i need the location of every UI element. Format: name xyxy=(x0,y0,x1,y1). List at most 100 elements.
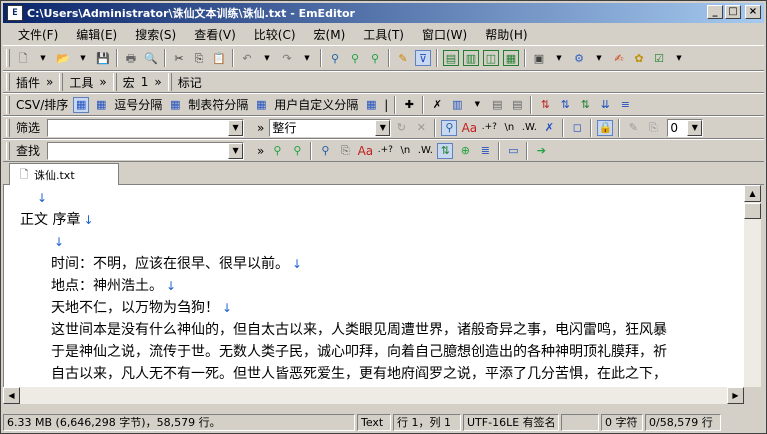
sort-descending-icon[interactable]: ⇅ xyxy=(557,97,573,113)
redo-icon[interactable]: ↷ xyxy=(279,50,295,66)
open-folder-icon[interactable]: 📂 xyxy=(55,50,71,66)
menu-edit[interactable]: 编辑(E) xyxy=(67,24,126,45)
find-input[interactable]: ▼ xyxy=(47,141,245,160)
plugins-more-button[interactable]: » xyxy=(43,75,56,89)
user-separated-button[interactable]: 用户自定义分隔 xyxy=(271,96,361,113)
dropdown-icon[interactable]: ▼ xyxy=(591,50,607,66)
find-panel-icon[interactable]: ▭ xyxy=(505,143,521,159)
search-documents-icon[interactable]: ⎘ xyxy=(337,143,353,159)
format-icon[interactable]: ✎ xyxy=(625,120,641,136)
document-tab[interactable]: 🗋 诛仙.txt xyxy=(9,163,119,185)
tools-more-button[interactable]: » xyxy=(96,75,109,89)
csv-icon[interactable]: ▦ xyxy=(363,97,379,113)
maximize-button[interactable]: □ xyxy=(725,5,741,19)
incremental-search-icon[interactable]: ⇅ xyxy=(437,142,454,159)
text-editor-area[interactable]: ↓ 正文 序章 ↓ ↓ 时间：不明，应该在很早、很早以前。 ↓ 地点：神州浩土。 ↓ 天地不仁，… xyxy=(3,185,744,404)
match-case-icon[interactable]: Aa xyxy=(357,143,374,159)
customize-icon[interactable]: ✍ xyxy=(611,50,627,66)
scroll-up-button[interactable]: ▲ xyxy=(744,185,761,202)
history-icon[interactable]: ⎘ xyxy=(645,120,661,136)
filter-input[interactable]: ▼ xyxy=(47,118,245,137)
search-icon[interactable]: ⚲ xyxy=(441,119,458,136)
dropdown-icon[interactable]: ▼ xyxy=(259,50,275,66)
horizontal-scrollbar[interactable]: ◀ ▶ xyxy=(3,387,744,404)
menu-view[interactable]: 查看(V) xyxy=(185,24,245,45)
status-encoding[interactable]: UTF-16LE 有签名 xyxy=(463,413,559,431)
macro-more-button[interactable]: » xyxy=(151,75,164,89)
status-mode[interactable]: Text xyxy=(357,413,391,431)
tab-separated-button[interactable]: 制表符分隔 xyxy=(185,96,251,113)
clear-filter-icon[interactable]: ✕ xyxy=(413,120,429,136)
menu-tools[interactable]: 工具(T) xyxy=(354,24,413,45)
chevron-down-icon[interactable]: ▼ xyxy=(687,119,703,136)
comma-separated-button[interactable]: 逗号分隔 xyxy=(111,96,165,113)
columns-icon[interactable]: ▥ xyxy=(449,97,465,113)
chevron-down-icon[interactable]: ▼ xyxy=(228,142,244,159)
split-icon[interactable]: ▤ xyxy=(509,97,525,113)
title-bar[interactable]: E C:\Users\Administrator\诛仙文本训练\诛仙.txt -… xyxy=(3,3,764,23)
csv-grid-icon[interactable]: ▦ xyxy=(73,96,90,113)
menu-help[interactable]: 帮助(H) xyxy=(476,24,536,45)
print-icon[interactable]: 🖶 xyxy=(123,50,139,66)
tab-separated-icon[interactable]: ▦ xyxy=(167,97,183,113)
whole-word-icon[interactable]: .W. xyxy=(417,143,433,159)
scroll-thumb[interactable] xyxy=(744,203,761,219)
comma-separated-icon[interactable]: ▦ xyxy=(93,97,109,113)
join-icon[interactable]: ▤ xyxy=(489,97,505,113)
undo-icon[interactable]: ↶ xyxy=(239,50,255,66)
plugins-toolbar-label[interactable]: 插件 xyxy=(13,74,43,91)
sort-ascending-icon[interactable]: ⇅ xyxy=(537,97,553,113)
dropdown-icon[interactable]: ▼ xyxy=(671,50,687,66)
dropdown-icon[interactable]: ▼ xyxy=(35,50,51,66)
whole-word-icon[interactable]: .W. xyxy=(521,120,537,136)
close-button[interactable]: × xyxy=(745,5,761,19)
clear-icon[interactable]: ✗ xyxy=(541,120,557,136)
sort-length-icon[interactable]: ⇊ xyxy=(597,97,613,113)
menu-file[interactable]: 文件(F) xyxy=(9,24,67,45)
escape-sequence-icon[interactable]: \n xyxy=(501,120,517,136)
filter-number-select[interactable]: 0 ▼ xyxy=(667,118,704,137)
sort-lines-icon[interactable]: ≡ xyxy=(617,97,633,113)
chevron-down-icon[interactable]: ▼ xyxy=(375,119,391,136)
refresh-icon[interactable]: ↻ xyxy=(393,120,409,136)
print-preview-icon[interactable]: 🔍 xyxy=(143,50,159,66)
escape-sequence-icon[interactable]: \n xyxy=(397,143,413,159)
bookmark-matches-icon[interactable]: ≣ xyxy=(477,143,493,159)
regex-icon[interactable]: .+? xyxy=(377,143,393,159)
status-position[interactable]: 行 1，列 1 xyxy=(393,413,461,431)
vertical-scrollbar[interactable]: ▲ xyxy=(744,185,761,404)
separator-char-button[interactable]: | xyxy=(381,98,391,112)
find-previous-icon[interactable]: ⚲ xyxy=(289,143,305,159)
frame-icon[interactable]: ◻ xyxy=(569,120,585,136)
find-icon[interactable]: ⚲ xyxy=(327,50,343,66)
filter-more-button[interactable]: » xyxy=(254,121,267,135)
copy-icon[interactable]: ⎘ xyxy=(191,50,207,66)
bookmark-toolbar-label[interactable]: 标记 xyxy=(175,74,205,91)
window-tile-icon[interactable]: ▥ xyxy=(463,50,479,66)
new-file-icon[interactable]: 🗋 xyxy=(15,50,31,66)
dropdown-icon[interactable]: ▼ xyxy=(469,97,485,113)
paste-icon[interactable]: 📋 xyxy=(211,50,227,66)
configuration-icon[interactable]: ⚙ xyxy=(571,50,587,66)
go-arrow-icon[interactable]: ➔ xyxy=(533,143,549,159)
match-case-icon[interactable]: Aa xyxy=(461,120,478,136)
dropdown-icon[interactable]: ▼ xyxy=(551,50,567,66)
scroll-right-button[interactable]: ▶ xyxy=(727,387,744,404)
insert-column-icon[interactable]: ✚ xyxy=(401,97,417,113)
minimize-button[interactable]: _ xyxy=(707,5,723,19)
menu-macro[interactable]: 宏(M) xyxy=(305,24,355,45)
filter-mode-select[interactable]: 整行 ▼ xyxy=(269,118,392,137)
window-cascade-icon[interactable]: ▦ xyxy=(503,50,519,66)
sort-numeric-icon[interactable]: ⇅ xyxy=(577,97,593,113)
window-split-icon[interactable]: ◫ xyxy=(483,50,499,66)
checklist-icon[interactable]: ☑ xyxy=(651,50,667,66)
filter-icon[interactable]: ⊽ xyxy=(415,50,431,66)
save-icon[interactable]: 💾 xyxy=(95,50,111,66)
menu-window[interactable]: 窗口(W) xyxy=(413,24,476,45)
find-more-button[interactable]: » xyxy=(254,144,267,158)
menu-search[interactable]: 搜索(S) xyxy=(126,24,185,45)
user-separated-icon[interactable]: ▦ xyxy=(253,97,269,113)
find-next-icon[interactable]: ⚲ xyxy=(347,50,363,66)
tools-icon[interactable]: ✗ xyxy=(429,97,445,113)
menu-compare[interactable]: 比较(C) xyxy=(245,24,305,45)
